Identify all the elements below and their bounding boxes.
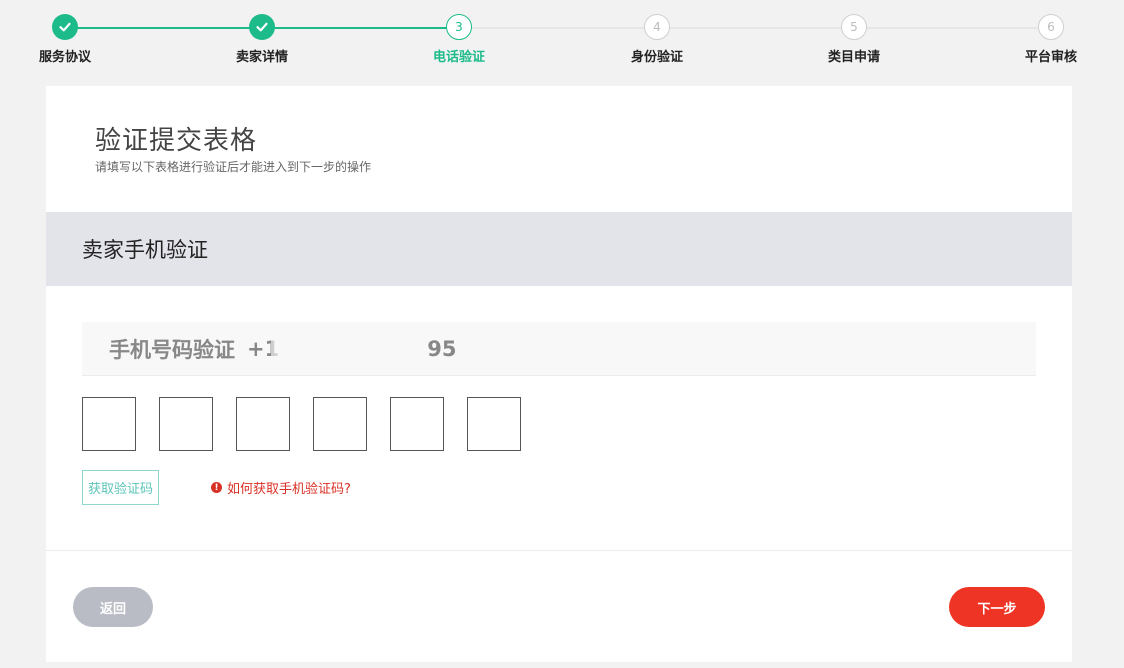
next-step-button[interactable]: 下一步 <box>949 587 1045 627</box>
page-title: 验证提交表格 <box>95 126 258 156</box>
phone-mask <box>271 338 403 365</box>
step-number: 4 <box>644 14 670 40</box>
code-digit-1[interactable] <box>82 397 136 451</box>
verification-code-inputs <box>82 397 544 451</box>
verification-form-card: 验证提交表格 请填写以下表格进行验证后才能进入到下一步的操作 卖家手机验证 手机… <box>46 86 1072 662</box>
step-category-application: 5 类目申请 <box>794 14 914 65</box>
help-link[interactable]: ! 如何获取手机验证码? <box>211 478 351 497</box>
step-number: 3 <box>446 14 472 40</box>
step-phone-verification: 3 电话验证 <box>399 14 519 65</box>
step-label: 服务协议 <box>38 50 91 65</box>
step-label: 身份验证 <box>630 50 683 65</box>
phone-number: +1 95 <box>247 336 457 365</box>
code-digit-2[interactable] <box>159 397 213 451</box>
phone-verification-row: 手机号码验证 +1 95 <box>82 322 1036 376</box>
phone-label: 手机号码验证 <box>109 337 235 362</box>
code-digit-3[interactable] <box>236 397 290 451</box>
check-icon <box>59 22 71 32</box>
step-identity-verification: 4 身份验证 <box>597 14 717 65</box>
get-code-button[interactable]: 获取验证码 <box>82 470 159 505</box>
code-digit-4[interactable] <box>313 397 367 451</box>
step-label: 类目申请 <box>827 50 880 65</box>
step-platform-review: 6 平台审核 <box>991 14 1111 65</box>
back-button[interactable]: 返回 <box>73 587 153 627</box>
step-done-circle <box>52 14 78 40</box>
phone-suffix: 95 <box>427 336 457 361</box>
step-number: 6 <box>1038 14 1064 40</box>
step-connector-todo <box>459 27 1050 29</box>
divider <box>46 550 1072 551</box>
warning-circle-icon: ! <box>211 482 222 493</box>
step-service-agreement: 服务协议 <box>5 14 125 65</box>
step-label: 平台审核 <box>1024 50 1077 65</box>
step-label: 卖家详情 <box>235 50 288 65</box>
progress-stepper: 服务协议 卖家详情 3 电话验证 4 身份验证 5 类目申请 6 平台审核 <box>0 0 1124 80</box>
code-digit-5[interactable] <box>390 397 444 451</box>
page-subtitle: 请填写以下表格进行验证后才能进入到下一步的操作 <box>95 160 372 174</box>
step-number: 5 <box>841 14 867 40</box>
step-seller-details: 卖家详情 <box>202 14 322 65</box>
step-label: 电话验证 <box>432 50 485 65</box>
section-title-text: 卖家手机验证 <box>82 238 208 262</box>
section-title: 卖家手机验证 <box>46 212 1072 286</box>
check-icon <box>256 22 268 32</box>
step-done-circle <box>249 14 275 40</box>
code-digit-6[interactable] <box>467 397 521 451</box>
help-link-text[interactable]: 如何获取手机验证码? <box>227 478 351 497</box>
